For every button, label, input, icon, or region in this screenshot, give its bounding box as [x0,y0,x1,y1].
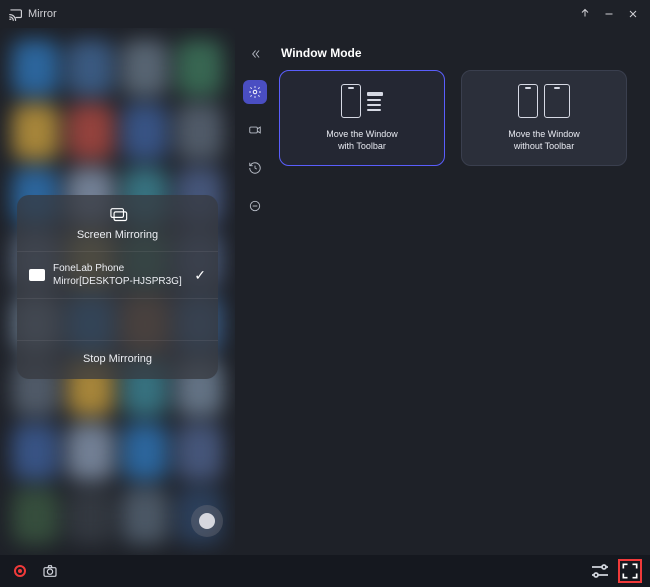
device-host: Mirror[DESKTOP-HJSPR3G] [53,275,194,288]
assistive-touch-button[interactable] [191,505,223,537]
with-toolbar-icon [341,84,383,118]
mirroring-icon [107,207,129,223]
device-row[interactable]: FoneLab Phone Mirror[DESKTOP-HJSPR3G] ✓ [17,251,218,298]
adjust-button[interactable] [588,559,612,583]
screenshot-button[interactable] [38,559,62,583]
minimize-button[interactable] [600,5,618,23]
camera-tab[interactable] [243,118,267,142]
title-bar: Mirror [0,0,650,28]
phone-preview: Screen Mirroring FoneLab Phone Mirror[DE… [0,28,235,555]
device-name: FoneLab Phone [53,262,194,275]
history-tab[interactable] [243,156,267,180]
pin-button[interactable] [576,5,594,23]
panel-spacer [17,298,218,340]
collapse-rail-button[interactable] [243,42,267,66]
side-rail [241,42,269,218]
settings-tab[interactable] [243,80,267,104]
tv-icon [29,269,45,281]
stop-mirroring-button[interactable]: Stop Mirroring [17,340,218,379]
window-mode-without-toolbar[interactable]: Move the Window without Toolbar [461,70,627,166]
minus-tab[interactable] [243,194,267,218]
close-button[interactable] [624,5,642,23]
card-label: Move the Window with Toolbar [326,128,398,152]
screen-mirroring-panel: Screen Mirroring FoneLab Phone Mirror[DE… [17,195,218,379]
section-title: Window Mode [275,28,650,70]
fullscreen-button[interactable] [618,559,642,583]
card-label: Move the Window without Toolbar [508,128,580,152]
without-toolbar-icon [518,84,570,118]
settings-panel: Window Mode Move the Window with Toolbar… [235,28,650,555]
app-title: Mirror [28,8,57,20]
record-button[interactable] [8,559,32,583]
bottom-bar [0,555,650,587]
check-icon: ✓ [194,267,206,284]
app-cast-icon [8,7,22,21]
window-mode-with-toolbar[interactable]: Move the Window with Toolbar [279,70,445,166]
mirroring-title: Screen Mirroring [77,229,158,241]
